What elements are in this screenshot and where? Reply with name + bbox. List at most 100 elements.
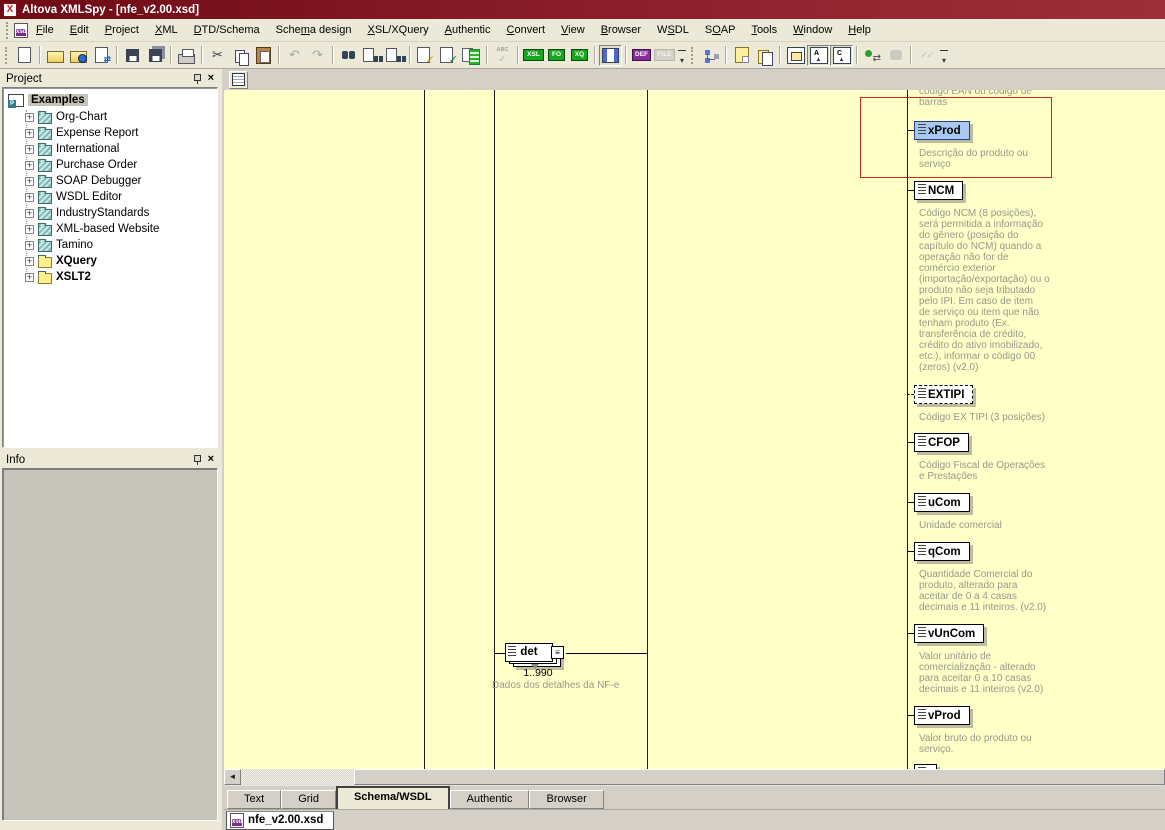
tab-authentic[interactable]: Authentic bbox=[450, 790, 530, 809]
expand-icon[interactable]: + bbox=[25, 129, 34, 138]
tree-root-examples[interactable]: Examples bbox=[6, 91, 217, 109]
menu-xsl-xquery[interactable]: XSL/XQuery bbox=[359, 21, 436, 39]
save-icon[interactable] bbox=[121, 45, 144, 66]
toolbar-overflow-chevron-icon[interactable] bbox=[938, 45, 950, 66]
expand-icon[interactable]: + bbox=[25, 241, 34, 250]
boxed-a-up-icon[interactable]: A bbox=[807, 45, 830, 66]
close-icon[interactable]: × bbox=[208, 73, 214, 84]
close-icon[interactable]: × bbox=[208, 454, 214, 465]
expand-icon[interactable]: + bbox=[25, 177, 34, 186]
expand-icon[interactable]: + bbox=[25, 113, 34, 122]
element-box-det[interactable]: det bbox=[505, 643, 553, 662]
expand-icon[interactable]: + bbox=[25, 145, 34, 154]
yellow-page-icon[interactable] bbox=[730, 45, 753, 66]
undo-icon[interactable] bbox=[283, 45, 306, 66]
copy-pages-icon[interactable] bbox=[753, 45, 776, 66]
tree-item-org-chart[interactable]: +Org-Chart bbox=[6, 109, 217, 125]
tree-item-xslt2[interactable]: +XSLT2 bbox=[6, 269, 217, 285]
cut-icon[interactable] bbox=[206, 45, 229, 66]
copy-icon[interactable] bbox=[229, 45, 252, 66]
reload-page-icon[interactable] bbox=[90, 45, 113, 66]
tree-item-purchase-order[interactable]: +Purchase Order bbox=[6, 157, 217, 173]
horizontal-scrollbar[interactable]: ◄ bbox=[224, 769, 1165, 786]
tree-item-xquery[interactable]: +XQuery bbox=[6, 253, 217, 269]
expand-icon[interactable]: + bbox=[25, 161, 34, 170]
menu-tools[interactable]: Tools bbox=[743, 21, 785, 39]
toolbar-grip[interactable] bbox=[691, 47, 696, 64]
save-all-icon[interactable] bbox=[144, 45, 167, 66]
document-xsd-icon[interactable] bbox=[14, 23, 28, 38]
grey-checks-icon[interactable] bbox=[915, 45, 938, 66]
boxed-window-icon[interactable] bbox=[784, 45, 807, 66]
menu-edit[interactable]: Edit bbox=[62, 21, 97, 39]
abc-spellcheck-icon[interactable]: ABC bbox=[491, 45, 514, 66]
green-plug-icon[interactable] bbox=[861, 45, 884, 66]
tab-schema-wsdl[interactable]: Schema/WSDL bbox=[336, 786, 450, 809]
scrollbar-thumb[interactable] bbox=[354, 769, 1165, 785]
check-green-icon[interactable] bbox=[437, 45, 460, 66]
element-box-ncm[interactable]: NCM bbox=[914, 181, 963, 200]
split-window-icon[interactable] bbox=[599, 45, 622, 66]
tree-item-xml-based-website[interactable]: +XML-based Website bbox=[6, 221, 217, 237]
menu-grip[interactable] bbox=[6, 22, 11, 39]
menu-convert[interactable]: Convert bbox=[499, 21, 554, 39]
paste-icon[interactable] bbox=[252, 45, 275, 66]
redo-icon[interactable] bbox=[306, 45, 329, 66]
file-tab-nfe[interactable]: nfe_v2.00.xsd bbox=[226, 811, 334, 830]
replace-icon[interactable] bbox=[383, 45, 406, 66]
xquery-exec-icon[interactable]: XQ bbox=[568, 45, 591, 66]
new-page-icon[interactable] bbox=[13, 45, 36, 66]
menu-authentic[interactable]: Authentic bbox=[437, 21, 499, 39]
element-box-extipi[interactable]: EXTIPI bbox=[914, 385, 973, 404]
menu-dtd-schema[interactable]: DTD/Schema bbox=[186, 21, 268, 39]
project-tree[interactable]: Examples +Org-Chart+Expense Report+Inter… bbox=[2, 87, 218, 448]
tree-item-wsdl-editor[interactable]: +WSDL Editor bbox=[6, 189, 217, 205]
display-diagram-button[interactable] bbox=[229, 71, 248, 89]
print-icon[interactable] bbox=[175, 45, 198, 66]
menu-browser[interactable]: Browser bbox=[593, 21, 649, 39]
element-box-ucom[interactable]: uCom bbox=[914, 493, 970, 512]
tree-item-industrystandards[interactable]: +IndustryStandards bbox=[6, 205, 217, 221]
expand-icon[interactable]: + bbox=[25, 193, 34, 202]
menu-soap[interactable]: SOAP bbox=[697, 21, 744, 39]
find-files-icon[interactable] bbox=[360, 45, 383, 66]
binoculars-icon[interactable] bbox=[337, 45, 360, 66]
tab-browser[interactable]: Browser bbox=[529, 790, 603, 809]
menu-project[interactable]: Project bbox=[97, 21, 147, 39]
grey-gear-icon[interactable] bbox=[884, 45, 907, 66]
menu-help[interactable]: Help bbox=[840, 21, 879, 39]
schema-tree-icon[interactable] bbox=[699, 45, 722, 66]
green-table-icon[interactable] bbox=[460, 45, 483, 66]
element-box-cfop[interactable]: CFOP bbox=[914, 433, 969, 452]
menu-file[interactable]: File bbox=[28, 21, 62, 39]
open-folder-icon[interactable] bbox=[44, 45, 67, 66]
tree-item-soap-debugger[interactable]: +SOAP Debugger bbox=[6, 173, 217, 189]
xsl-transform-icon[interactable]: XSL bbox=[522, 45, 545, 66]
element-box-xprod[interactable]: xProd bbox=[914, 121, 970, 140]
tree-item-expense-report[interactable]: +Expense Report bbox=[6, 125, 217, 141]
check-yellow-icon[interactable] bbox=[414, 45, 437, 66]
scroll-left-arrow[interactable]: ◄ bbox=[224, 769, 241, 785]
element-box-qcom[interactable]: qCom bbox=[914, 542, 970, 561]
expand-icon[interactable]: + bbox=[25, 225, 34, 234]
menu-xml[interactable]: XML bbox=[147, 21, 186, 39]
toolbar-overflow-chevron-icon[interactable] bbox=[676, 45, 688, 66]
pin-icon[interactable] bbox=[193, 73, 202, 84]
pin-icon[interactable] bbox=[193, 454, 202, 465]
tab-grid[interactable]: Grid bbox=[281, 790, 336, 809]
menu-wsdl[interactable]: WSDL bbox=[649, 21, 697, 39]
expand-icon[interactable]: + bbox=[25, 273, 34, 282]
expand-children-button[interactable]: ≡ bbox=[551, 646, 564, 659]
tab-text[interactable]: Text bbox=[227, 790, 281, 809]
expand-icon[interactable]: + bbox=[25, 209, 34, 218]
menu-view[interactable]: View bbox=[553, 21, 593, 39]
menu-window[interactable]: Window bbox=[785, 21, 840, 39]
fo-transform-icon[interactable]: FO bbox=[545, 45, 568, 66]
goto-file-icon[interactable]: FILE bbox=[653, 45, 676, 66]
element-box-vuncom[interactable]: vUnCom bbox=[914, 624, 984, 643]
menu-schema-design[interactable]: Schema design bbox=[268, 21, 360, 39]
tree-item-tamino[interactable]: +Tamino bbox=[6, 237, 217, 253]
tree-item-international[interactable]: +International bbox=[6, 141, 217, 157]
element-box-vprod[interactable]: vProd bbox=[914, 706, 970, 725]
toolbar-grip[interactable] bbox=[5, 47, 10, 64]
